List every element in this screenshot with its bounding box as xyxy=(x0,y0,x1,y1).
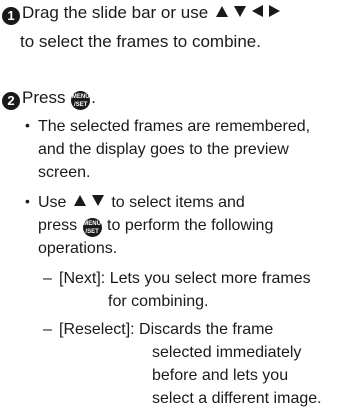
bullet-2-line-3: operations. xyxy=(38,240,118,257)
bullet-dot: • xyxy=(25,117,30,133)
step-2-line: 2 Press MENU/SET. xyxy=(2,87,96,110)
step-1-line-2: to select the frames to combine. xyxy=(20,31,261,53)
operation-next-line-1: [Next]: Lets you select more frames xyxy=(59,270,311,287)
triangle-up-icon xyxy=(215,6,228,17)
bullet-dot: • xyxy=(25,193,30,209)
triangle-down-icon xyxy=(233,6,246,17)
menu-set-button-icon: MENU/SET xyxy=(71,91,91,110)
step-1-text: Drag the slide bar or use xyxy=(22,3,209,22)
operation-next-line-2: for combining. xyxy=(108,293,209,310)
triangle-right-icon xyxy=(268,5,280,17)
operation-reselect-line-3: before and lets you xyxy=(152,367,289,384)
operation-reselect-line-1: [Reselect]: Discards the frame xyxy=(59,321,274,338)
step-1-line-1: 1 Drag the slide bar or use xyxy=(2,2,283,25)
menu-set-button-icon: MENU/SET xyxy=(82,218,102,237)
step-number-2: 2 xyxy=(2,92,20,110)
step-1-text-line-2: to select the frames to combine. xyxy=(20,32,261,51)
triangle-up-icon xyxy=(73,195,86,206)
bullet-1-line-2: and the display goes to the preview xyxy=(38,141,289,158)
bullet-2-line-1: Use to select items and xyxy=(38,194,245,211)
bullet-1-line-1: The selected frames are remembered, xyxy=(38,118,311,135)
dash: – xyxy=(43,270,52,287)
dash: – xyxy=(43,321,52,338)
operation-reselect-line-4: select a different image. xyxy=(152,390,322,407)
step-2-period: . xyxy=(91,88,96,107)
bullet-1-line-3: screen. xyxy=(38,164,91,181)
triangle-down-icon xyxy=(91,195,104,206)
step-number-1: 1 xyxy=(2,7,20,25)
operation-next-label: [Next]: xyxy=(59,270,106,287)
operation-reselect-label: [Reselect]: xyxy=(59,321,135,338)
bullet-2-line-2: press MENU/SET to perform the following xyxy=(38,217,274,237)
step-2-text: Press xyxy=(22,88,66,107)
operation-reselect-line-2: selected immediately xyxy=(152,344,302,361)
triangle-left-icon xyxy=(251,5,263,17)
